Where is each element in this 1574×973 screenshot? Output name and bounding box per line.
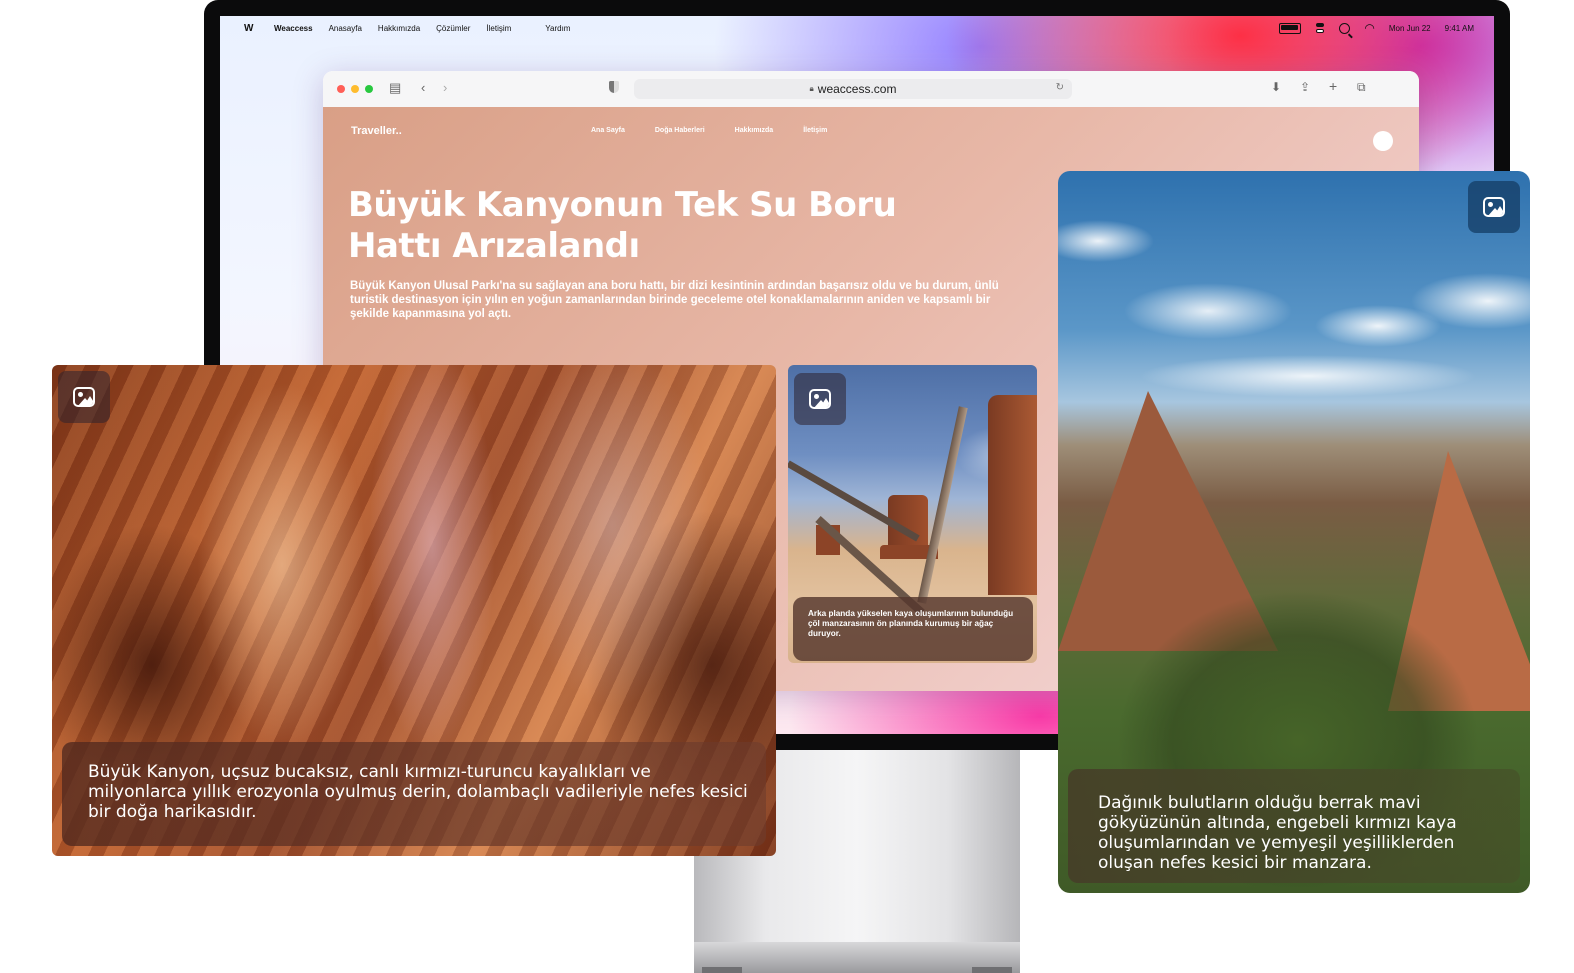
image-caption-text: Dağınık bulutların olduğu berrak mavi gö… <box>1098 793 1457 873</box>
menubar-app-name[interactable]: Weaccess <box>274 24 313 33</box>
minimize-window-button[interactable] <box>351 85 359 93</box>
menubar-item-contact[interactable]: İletişim <box>486 24 511 33</box>
spotlight-search-icon[interactable] <box>1339 22 1351 34</box>
new-tab-icon[interactable]: + <box>1329 78 1337 94</box>
article-headline: Büyük Kanyonun Tek Su Boru Hattı Arızala… <box>348 185 897 266</box>
nav-link-contact[interactable]: İletişim <box>803 127 827 134</box>
menubar-time[interactable]: 9:41 AM <box>1445 24 1474 33</box>
app-logo-icon[interactable]: W <box>244 23 260 34</box>
image-caption-text: Arka planda yükselen kaya oluşumlarının … <box>808 609 1014 638</box>
image-caption: Arka planda yükselen kaya oluşumlarının … <box>793 597 1033 661</box>
image-icon[interactable] <box>1468 181 1520 233</box>
menubar-item-about[interactable]: Hakkımızda <box>378 24 420 33</box>
monitor-stand-base <box>694 942 1020 973</box>
battery-icon[interactable] <box>1279 22 1302 34</box>
control-center-icon[interactable] <box>1315 22 1325 34</box>
lock-icon: 🔒︎ <box>809 84 814 93</box>
browser-toolbar: ▤ ‹ › 🔒︎ weaccess.com ↻ ⬇︎ ⇪ + ⧉ <box>323 71 1419 108</box>
back-icon[interactable]: ‹ <box>421 80 425 95</box>
image-caption-text: Büyük Kanyon, uçsuz bucaksız, canlı kırm… <box>88 762 748 822</box>
image-caption: Büyük Kanyon, uçsuz bucaksız, canlı kırm… <box>62 742 766 846</box>
url-text: weaccess.com <box>817 82 897 96</box>
wifi-icon[interactable]: ◠ <box>1364 22 1374 34</box>
zoom-window-button[interactable] <box>365 85 373 93</box>
forward-icon[interactable]: › <box>443 80 447 95</box>
image-icon[interactable] <box>58 371 110 423</box>
image-caption: Dağınık bulutların olduğu berrak mavi gö… <box>1068 769 1520 883</box>
menubar-item-help[interactable]: Yardım <box>545 24 570 33</box>
image-card-canyon: Büyük Kanyon, uçsuz bucaksız, canlı kırm… <box>52 365 776 856</box>
profile-avatar[interactable] <box>1373 131 1393 151</box>
nav-link-home[interactable]: Ana Sayfa <box>591 127 625 134</box>
site-brand[interactable]: Traveller.. <box>351 125 402 137</box>
share-icon[interactable]: ⇪ <box>1300 80 1310 94</box>
download-icon[interactable]: ⬇︎ <box>1271 80 1281 94</box>
menubar-item-home[interactable]: Anasayfa <box>329 24 362 33</box>
sidebar-toggle-icon[interactable]: ▤ <box>389 80 401 96</box>
menubar: W Weaccess Anasayfa Hakkımızda Çözümler … <box>220 16 1494 40</box>
image-icon[interactable] <box>794 373 846 425</box>
tab-overview-icon[interactable]: ⧉ <box>1357 80 1366 95</box>
menubar-item-solutions[interactable]: Çözümler <box>436 24 470 33</box>
image-card-desert: Arka planda yükselen kaya oluşumlarının … <box>788 365 1037 663</box>
nav-link-nature-news[interactable]: Doğa Haberleri <box>655 127 705 134</box>
article-lede: Büyük Kanyon Ulusal Parkı'na su sağlayan… <box>350 280 999 320</box>
image-card-mountains: Dağınık bulutların olduğu berrak mavi gö… <box>1058 171 1530 893</box>
menubar-date[interactable]: Mon Jun 22 <box>1389 24 1431 33</box>
nav-link-about[interactable]: Hakkımızda <box>735 127 774 134</box>
close-window-button[interactable] <box>337 85 345 93</box>
privacy-shield-icon[interactable] <box>609 81 619 93</box>
reload-icon[interactable]: ↻ <box>1056 82 1064 93</box>
site-nav: Traveller.. Ana Sayfa Doğa Haberleri Hak… <box>351 125 1419 151</box>
address-bar[interactable]: 🔒︎ weaccess.com ↻ <box>634 79 1072 99</box>
